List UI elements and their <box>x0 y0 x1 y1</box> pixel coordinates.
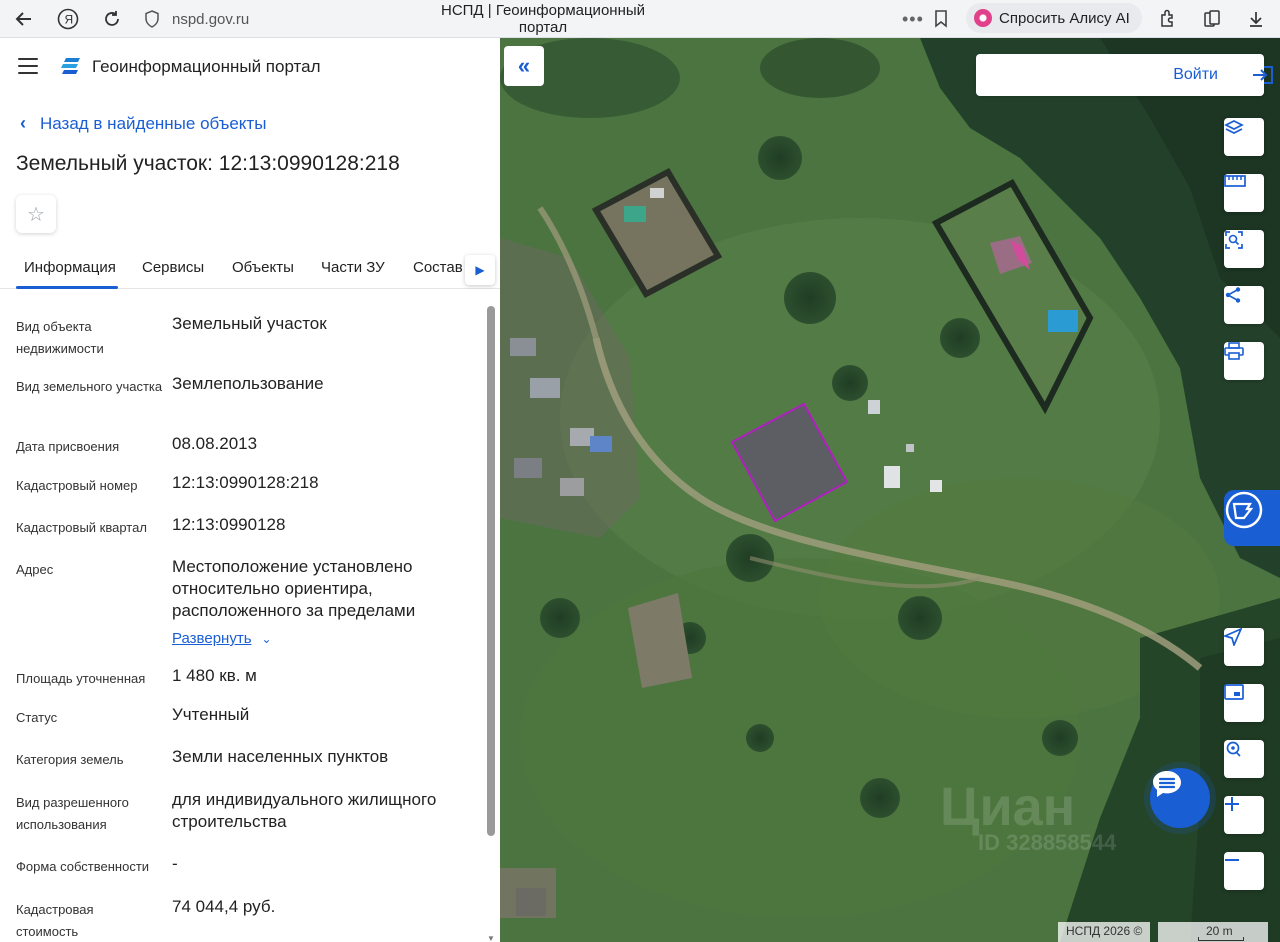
panel-scrollbar[interactable]: ▼ <box>487 306 495 942</box>
login-label: Войти <box>1173 66 1218 83</box>
brand-badge-button[interactable] <box>1224 490 1280 546</box>
extensions-icon[interactable] <box>1154 5 1182 33</box>
property-label: Площадь уточненная <box>16 671 146 686</box>
svg-text:Я: Я <box>65 13 74 27</box>
share-button[interactable] <box>1224 286 1264 324</box>
scale-bar <box>1198 937 1244 941</box>
info-tabs: Информация Сервисы Объекты Части ЗУ Сост… <box>0 251 500 289</box>
property-value: 12:13:0990128 <box>172 515 286 534</box>
zoom-in-button[interactable] <box>1224 796 1264 834</box>
tab-objects[interactable]: Объекты <box>232 259 294 276</box>
collections-icon[interactable] <box>1198 5 1226 33</box>
property-value: 1 480 кв. м <box>172 666 257 685</box>
shield-icon <box>144 10 160 33</box>
property-value: для индивидуального жилищного строительс… <box>172 790 437 831</box>
minimap-button[interactable] <box>1224 684 1264 722</box>
more-dots-icon[interactable]: ••• <box>902 9 924 30</box>
favorite-button[interactable]: ☆ <box>16 195 56 233</box>
active-tab-indicator <box>16 286 118 289</box>
my-location-button[interactable] <box>1224 628 1264 666</box>
object-info-panel: Геоинформационный портал ‹ Назад в найде… <box>0 38 500 942</box>
measure-button[interactable] <box>1224 174 1264 212</box>
star-icon: ☆ <box>27 203 45 226</box>
page-title-text: НСПД | Геоинформационный портал <box>440 2 646 36</box>
property-label: Вид разрешенного использования <box>16 795 129 832</box>
scroll-down-icon[interactable]: ▼ <box>487 934 495 942</box>
scale-label: 20 m <box>1206 924 1233 938</box>
property-value: 74 044,4 руб. <box>172 897 276 916</box>
select-area-button[interactable] <box>1224 230 1264 268</box>
chevron-left-icon: ‹ <box>20 113 26 133</box>
ask-alice-button[interactable]: Спросить Алису AI <box>966 3 1142 33</box>
watermark-id: ID 328858544 <box>978 830 1117 855</box>
yandex-icon[interactable]: Я <box>54 5 82 33</box>
map-scale: 20 m <box>1158 922 1268 942</box>
property-list: Вид объекта недвижимости Земельный участ… <box>0 290 485 942</box>
property-value: 12:13:0990128:218 <box>172 473 319 492</box>
login-button[interactable]: Войти <box>976 54 1273 96</box>
double-chevron-left-icon: « <box>517 53 531 78</box>
tab-information[interactable]: Информация <box>24 259 116 276</box>
menu-icon[interactable] <box>18 58 38 74</box>
address-bar[interactable]: nspd.gov.ru НСПД | Геоинформационный пор… <box>138 2 958 36</box>
property-label: Вид объекта недвижимости <box>16 319 104 356</box>
property-label: Адрес <box>16 562 54 577</box>
property-value: 08.08.2013 <box>172 434 258 453</box>
print-button[interactable] <box>1224 342 1264 380</box>
ask-alice-label: Спросить Алису AI <box>999 9 1130 27</box>
tab-composition[interactable]: Состав <box>413 259 463 276</box>
watermark: Циан <box>940 777 1076 837</box>
nspd-logo-icon[interactable] <box>60 56 84 78</box>
property-label: Форма собственности <box>16 859 150 874</box>
chevron-right-icon: ▶ <box>475 263 485 277</box>
property-label: Категория земель <box>16 752 124 767</box>
chat-button[interactable] <box>1150 768 1210 828</box>
map-view[interactable]: « Войти Циан ID 328858544 НСПД 2026 © 20… <box>500 38 1280 942</box>
property-label: Статус <box>16 710 58 725</box>
object-title: Земельный участок: 12:13:0990128:218 <box>16 152 400 175</box>
property-value: Земли населенных пунктов <box>172 747 389 766</box>
property-value: - <box>172 854 178 873</box>
tabs-scroll-right-button[interactable]: ▶ <box>465 255 495 285</box>
zoom-out-button[interactable] <box>1224 852 1264 890</box>
property-value: Земельный участок <box>172 314 327 333</box>
layers-button[interactable] <box>1224 118 1264 156</box>
download-icon[interactable] <box>1242 5 1270 33</box>
browser-toolbar: Я nspd.gov.ru НСПД | Геоинформационный п… <box>0 0 1280 38</box>
property-value: Местоположение установлено относительно … <box>172 557 416 620</box>
property-label: Кадастровый квартал <box>16 520 147 535</box>
back-arrow-icon[interactable] <box>10 5 38 33</box>
chevron-down-icon: ⌄ <box>261 632 272 646</box>
url-text: nspd.gov.ru <box>172 10 250 28</box>
portal-name: Геоинформационный портал <box>92 57 321 76</box>
point-search-button[interactable] <box>1224 740 1264 778</box>
back-to-results-link[interactable]: ‹ Назад в найденные объекты <box>20 113 266 134</box>
back-link-label: Назад в найденные объекты <box>40 113 267 133</box>
expand-label: Развернуть <box>172 630 252 647</box>
property-value: Учтенный <box>172 705 250 724</box>
collapse-panel-button[interactable]: « <box>504 46 544 86</box>
bookmark-icon[interactable] <box>934 10 948 33</box>
property-label: Кадастровая стоимость <box>16 902 94 939</box>
property-label: Дата присвоения <box>16 439 120 454</box>
map-copyright: НСПД 2026 © <box>1058 922 1151 942</box>
property-value: Землепользование <box>172 374 324 393</box>
tab-parts[interactable]: Части ЗУ <box>321 259 385 276</box>
property-label: Вид земельного участка <box>16 379 163 394</box>
expand-address-link[interactable]: Развернуть ⌄ <box>172 630 272 647</box>
property-label: Кадастровый номер <box>16 478 138 493</box>
scrollbar-thumb[interactable] <box>487 306 495 836</box>
reload-icon[interactable] <box>98 5 126 33</box>
alice-icon <box>974 9 992 27</box>
tab-services[interactable]: Сервисы <box>142 259 204 276</box>
